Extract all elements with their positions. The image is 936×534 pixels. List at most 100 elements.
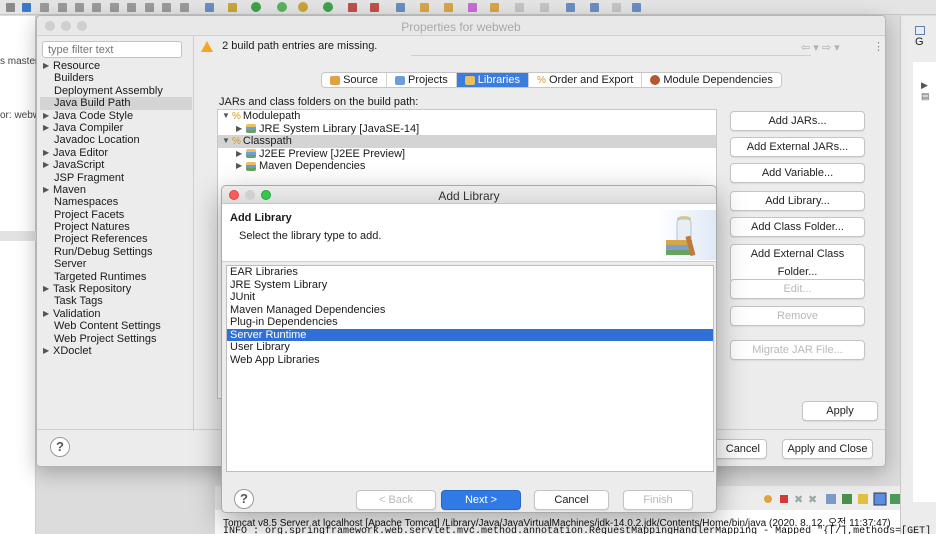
view-menu-icon[interactable]: ⋮: [873, 40, 884, 53]
help-icon: ?: [56, 439, 64, 454]
collapse-triangle-icon[interactable]: ▼: [222, 110, 232, 123]
expand-triangle-icon[interactable]: ▶: [43, 308, 53, 320]
tree-item[interactable]: Server: [40, 258, 192, 270]
library-type-item[interactable]: Maven Managed Dependencies: [227, 304, 713, 317]
dialog-help-button[interactable]: ?: [234, 489, 254, 509]
remove-button[interactable]: Remove: [730, 306, 865, 326]
expand-triangle-icon[interactable]: ▶: [43, 345, 53, 357]
build-path-entry[interactable]: ▼% Classpath: [218, 135, 716, 148]
dialog-heading: Add Library: [230, 212, 292, 224]
tree-item[interactable]: ▶ Resource: [40, 60, 192, 72]
tree-item[interactable]: Project Facets: [40, 209, 192, 221]
dialog-cancel-button[interactable]: Cancel: [534, 490, 609, 510]
tab-projects[interactable]: Projects: [387, 73, 457, 87]
tree-item[interactable]: Builders: [40, 72, 192, 84]
library-type-item[interactable]: EAR Libraries: [227, 266, 713, 279]
tree-item[interactable]: Javadoc Location: [40, 134, 192, 146]
expand-triangle-icon[interactable]: ▶: [236, 123, 246, 136]
finish-button[interactable]: Finish: [623, 490, 693, 510]
tree-item[interactable]: Web Project Settings: [40, 333, 192, 345]
tree-item[interactable]: Targeted Runtimes: [40, 271, 192, 283]
expand-triangle-icon[interactable]: ▶: [43, 60, 53, 72]
add-variable-button[interactable]: Add Variable...: [730, 163, 865, 183]
tree-item[interactable]: Namespaces: [40, 196, 192, 208]
next-button[interactable]: Next >: [441, 490, 521, 510]
properties-tree: ▶ Resource Builders Deployment Assembly Java…: [40, 60, 192, 430]
tree-item[interactable]: ▶ JavaScript: [40, 159, 192, 171]
tree-item[interactable]: ▶ Java Editor: [40, 147, 192, 159]
tree-item-label: Task Tags: [54, 295, 103, 308]
console-icons[interactable]: ✖ ✖: [760, 490, 900, 508]
collapse-triangle-icon[interactable]: ▼: [222, 135, 232, 148]
tree-item-label: Deployment Assembly: [54, 84, 163, 97]
build-path-entry[interactable]: ▶ JRE System Library [JavaSE-14]: [218, 123, 716, 136]
tree-item[interactable]: Run/Debug Settings: [40, 246, 192, 258]
library-type-item[interactable]: Web App Libraries: [227, 354, 713, 367]
add-external-class-folder-button[interactable]: Add External Class Folder...: [730, 244, 865, 282]
apply-button[interactable]: Apply: [802, 401, 878, 421]
expand-triangle-icon[interactable]: ▶: [43, 147, 53, 159]
expand-triangle-icon[interactable]: ▶: [43, 159, 53, 171]
add-external-jars-button[interactable]: Add External JARs...: [730, 137, 865, 157]
add-jars-button[interactable]: Add JARs...: [730, 111, 865, 131]
tree-item[interactable]: Web Content Settings: [40, 320, 192, 332]
tree-item[interactable]: Task Tags: [40, 295, 192, 307]
entry-list: ▼% Modulepath ▶ JRE System Library [JavaSE-…: [218, 110, 716, 173]
tree-item[interactable]: Java Build Path: [40, 97, 192, 110]
tab-module-deps[interactable]: Module Dependencies: [642, 73, 781, 87]
library-type-item[interactable]: JUnit: [227, 291, 713, 304]
expand-triangle-icon[interactable]: ▶: [236, 148, 246, 161]
library-type-item[interactable]: User Library: [227, 341, 713, 354]
left-selected-row: [0, 231, 36, 241]
library-type-item[interactable]: Plug-in Dependencies: [227, 316, 713, 329]
tab-order-export[interactable]: % Order and Export: [529, 73, 643, 87]
tree-item-label: Targeted Runtimes: [54, 270, 147, 283]
migrate-jar-button[interactable]: Migrate JAR File...: [730, 340, 865, 360]
tree-item[interactable]: ▶ Java Compiler: [40, 122, 192, 134]
tree-item[interactable]: ▶ Java Code Style: [40, 110, 192, 122]
tree-item-label: Java Build Path: [54, 97, 131, 110]
help-button[interactable]: ?: [50, 437, 70, 457]
build-path-entry[interactable]: ▶ J2EE Preview [J2EE Preview]: [218, 148, 716, 161]
toolbar-icons[interactable]: [0, 0, 936, 15]
library-type-item[interactable]: JRE System Library: [227, 279, 713, 292]
tree-item[interactable]: ▶ Maven: [40, 184, 192, 196]
tab-source[interactable]: Source: [322, 73, 387, 87]
tree-item-label: Maven: [53, 184, 87, 197]
library-type-item[interactable]: Server Runtime: [227, 328, 713, 341]
tree-item[interactable]: Deployment Assembly: [40, 85, 192, 97]
apply-and-close-button[interactable]: Apply and Close: [782, 439, 873, 459]
back-button[interactable]: < Back: [356, 490, 436, 510]
outline-icon: [915, 25, 925, 35]
expand-triangle-icon[interactable]: ▶: [43, 184, 53, 196]
build-path-entry[interactable]: ▶ Maven Dependencies: [218, 160, 716, 173]
tree-item[interactable]: ▶ Task Repository: [40, 283, 192, 295]
tree-item[interactable]: ▶ Validation: [40, 308, 192, 320]
properties-cancel-button[interactable]: Cancel: [709, 439, 767, 459]
warning-bar: 2 build path entries are missing. ⇦ ▾ ⇨ …: [201, 40, 884, 58]
tree-item-label: Task Repository: [53, 283, 132, 296]
warning-icon: [201, 40, 213, 52]
build-path-entry[interactable]: ▼% Modulepath: [218, 110, 716, 123]
filter-input[interactable]: [42, 41, 182, 58]
projects-icon: [394, 75, 405, 85]
expand-triangle-icon[interactable]: ▶: [236, 160, 246, 173]
outline-header: G: [915, 24, 936, 48]
add-class-folder-button[interactable]: Add Class Folder...: [730, 217, 865, 237]
left-text-1: s master: [0, 56, 39, 67]
tree-item-label: Builders: [54, 72, 94, 85]
tree-item[interactable]: JSP Fragment: [40, 172, 192, 184]
tree-item-label: JSP Fragment: [54, 171, 125, 184]
expand-triangle-icon[interactable]: ▶: [43, 122, 53, 134]
tree-item[interactable]: ▶ XDoclet: [40, 345, 192, 357]
svg-text:✖: ✖: [794, 494, 803, 506]
tree-item[interactable]: Project References: [40, 233, 192, 245]
expand-triangle-icon[interactable]: ▶: [43, 283, 53, 295]
tab-libraries[interactable]: Libraries: [456, 73, 529, 87]
expand-triangle-icon[interactable]: ▶: [43, 110, 53, 122]
tree-item-label: Java Editor: [53, 146, 109, 159]
tree-item[interactable]: Project Natures: [40, 221, 192, 233]
edit-button[interactable]: Edit...: [730, 279, 865, 299]
back-nav-icon[interactable]: ⇦ ▾ ⇨ ▾: [801, 41, 840, 54]
add-library-button[interactable]: Add Library...: [730, 191, 865, 211]
